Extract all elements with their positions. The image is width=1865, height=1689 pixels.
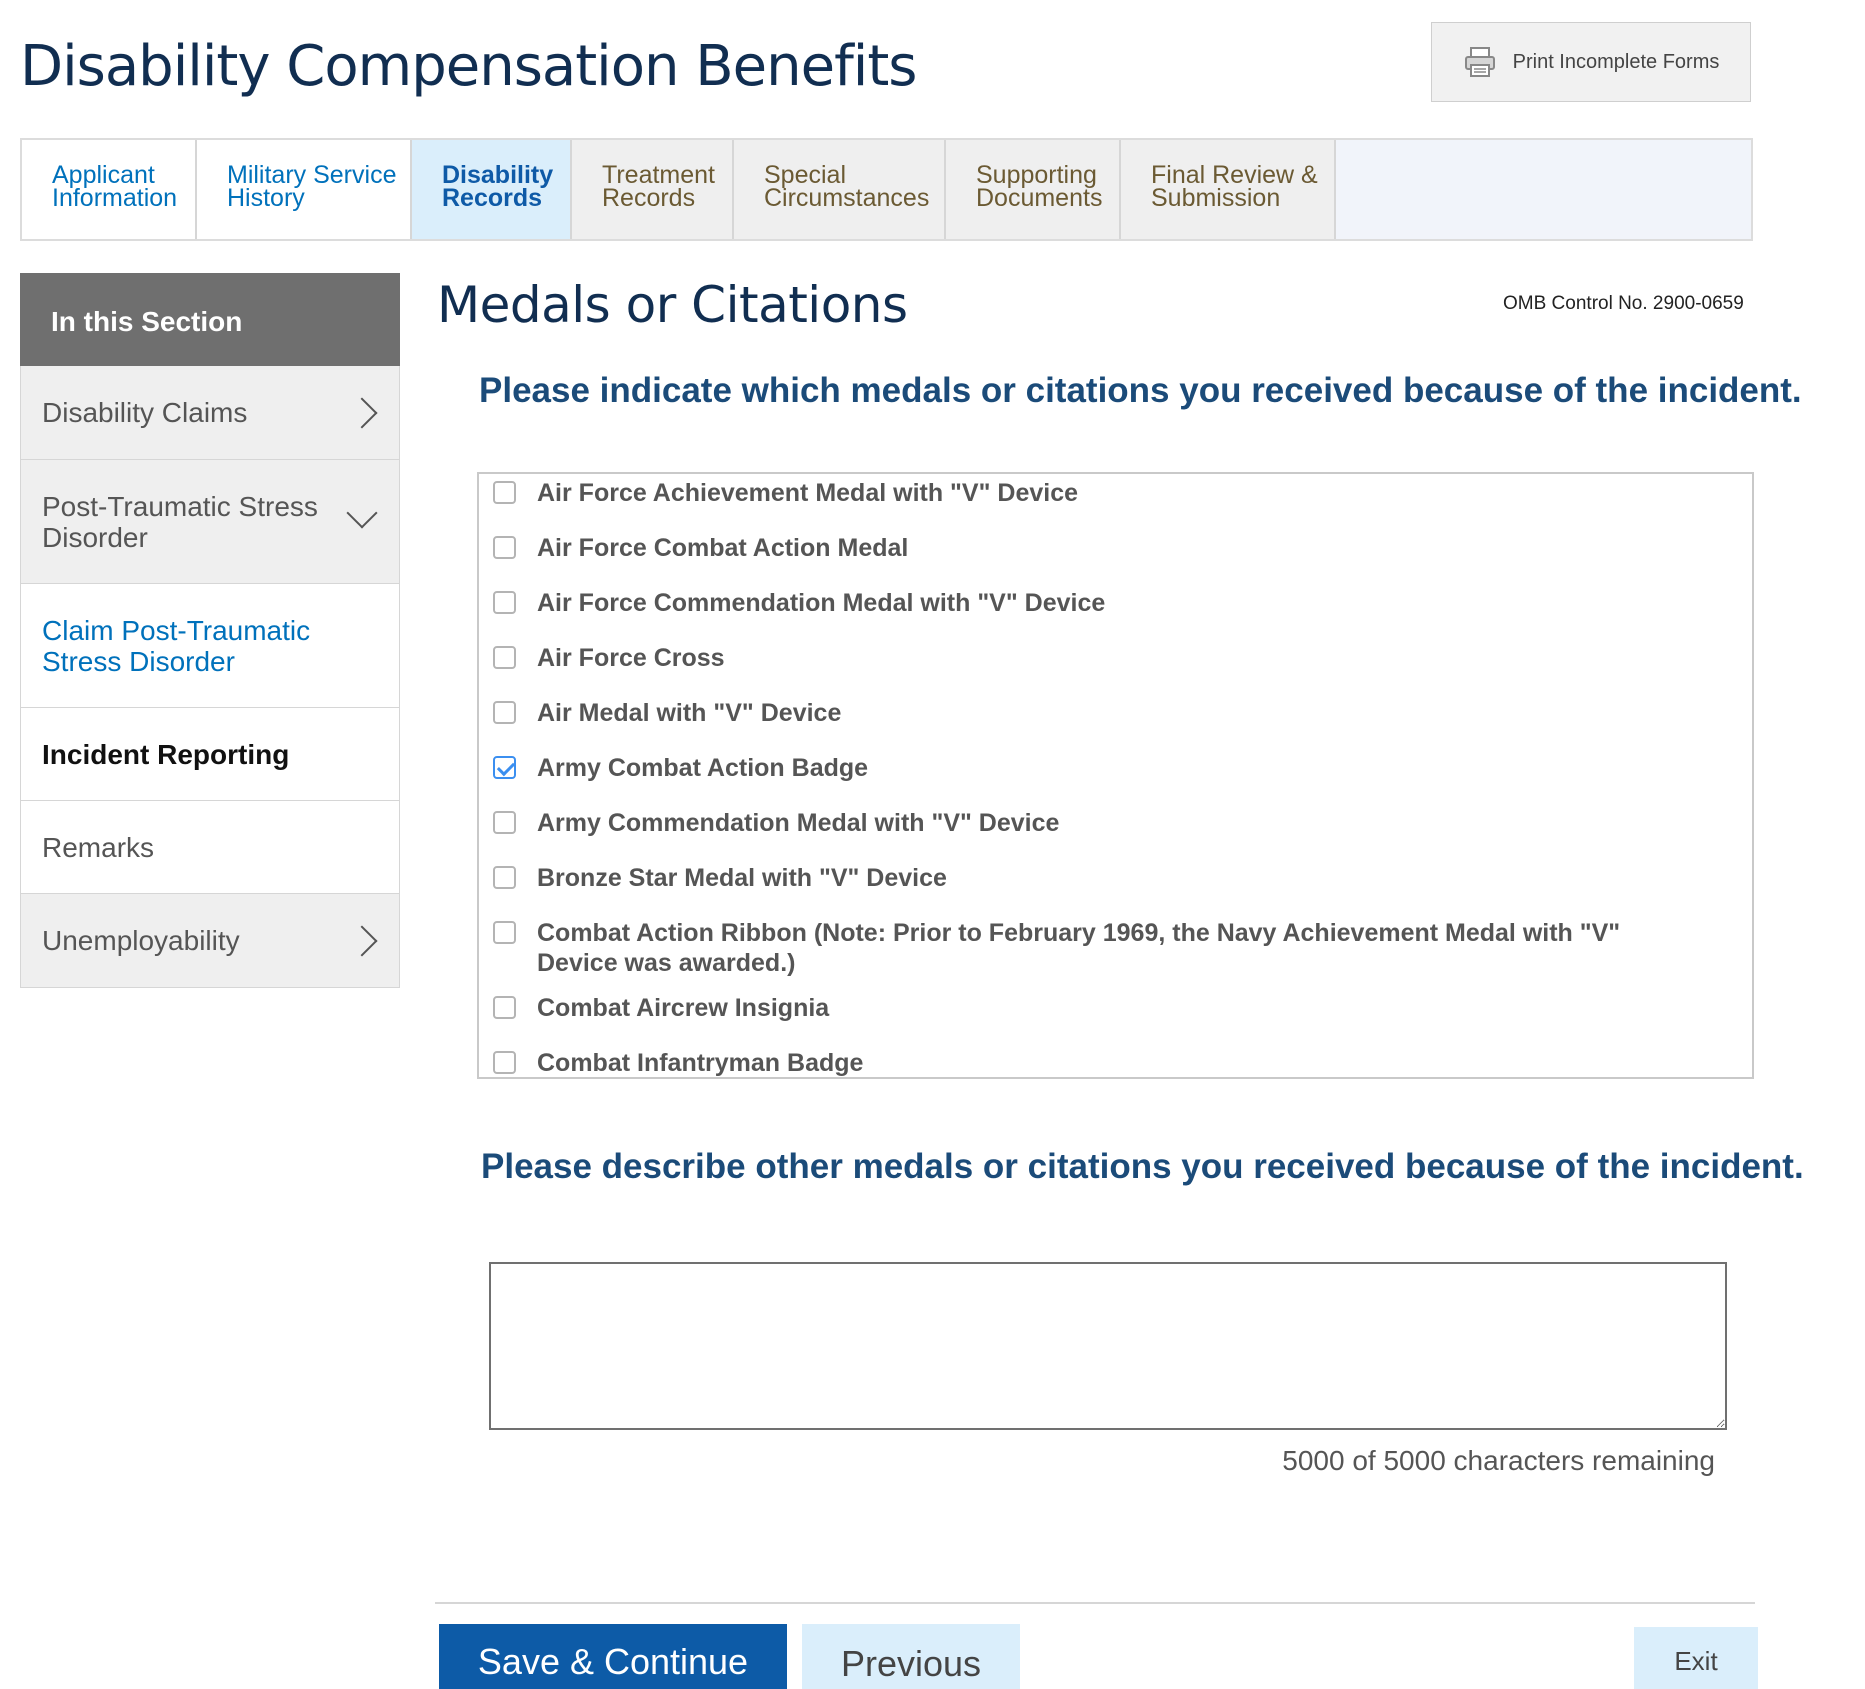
omb-control-number: OMB Control No. 2900-0659 bbox=[1503, 293, 1744, 314]
medal-option[interactable]: Army Commendation Medal with "V" Device bbox=[479, 808, 1752, 863]
sidebar-item-disability-claims[interactable]: Disability Claims bbox=[20, 366, 400, 460]
sidebar-item-ptsd[interactable]: Post-Traumatic Stress Disorder bbox=[20, 460, 400, 584]
medal-option[interactable]: Combat Aircrew Insignia bbox=[479, 993, 1752, 1048]
medal-option[interactable]: Air Force Commendation Medal with "V" De… bbox=[479, 588, 1752, 643]
footer-divider bbox=[435, 1602, 1755, 1604]
previous-button[interactable]: Previous bbox=[802, 1624, 1020, 1689]
other-medals-textarea[interactable] bbox=[489, 1262, 1727, 1430]
step-special-circumstances[interactable]: Special Circumstances bbox=[734, 140, 946, 239]
medal-option[interactable]: Air Force Achievement Medal with "V" Dev… bbox=[479, 478, 1752, 533]
checkbox[interactable] bbox=[493, 701, 516, 724]
sidebar-item-remarks[interactable]: Remarks bbox=[20, 801, 400, 894]
chevron-down-icon bbox=[346, 497, 378, 529]
section-sidebar: In this Section Disability Claims Post-T… bbox=[20, 273, 400, 988]
checkbox[interactable] bbox=[493, 996, 516, 1019]
page-title: Disability Compensation Benefits bbox=[20, 34, 917, 99]
checkbox[interactable] bbox=[493, 921, 516, 944]
step-navigation: Applicant Information Military Service H… bbox=[20, 138, 1753, 241]
checkbox[interactable] bbox=[493, 1051, 516, 1074]
medal-option[interactable]: Combat Action Ribbon (Note: Prior to Feb… bbox=[479, 918, 1752, 993]
medal-option[interactable]: Air Force Combat Action Medal bbox=[479, 533, 1752, 588]
checkbox[interactable] bbox=[493, 591, 516, 614]
chevron-right-icon bbox=[346, 396, 378, 429]
medal-option[interactable]: Air Medal with "V" Device bbox=[479, 698, 1752, 753]
step-supporting-documents[interactable]: Supporting Documents bbox=[946, 140, 1121, 239]
checkbox[interactable] bbox=[493, 536, 516, 559]
medal-option[interactable]: Bronze Star Medal with "V" Device bbox=[479, 863, 1752, 918]
print-incomplete-forms-button[interactable]: Print Incomplete Forms bbox=[1431, 22, 1751, 102]
checkbox[interactable] bbox=[493, 646, 516, 669]
step-disability-records[interactable]: Disability Records bbox=[412, 140, 572, 239]
step-final-review-submission[interactable]: Final Review & Submission bbox=[1121, 140, 1336, 239]
sidebar-item-unemployability[interactable]: Unemployability bbox=[20, 894, 400, 988]
characters-remaining: 5000 of 5000 characters remaining bbox=[1282, 1445, 1715, 1476]
step-applicant-information[interactable]: Applicant Information bbox=[22, 140, 197, 239]
medal-option[interactable]: Army Combat Action Badge bbox=[479, 753, 1752, 808]
checkbox[interactable] bbox=[493, 866, 516, 889]
sidebar-item-claim-ptsd[interactable]: Claim Post-Traumatic Stress Disorder bbox=[20, 584, 400, 708]
medals-checklist: Air Force Achievement Medal with "V" Dev… bbox=[477, 472, 1754, 1079]
print-label: Print Incomplete Forms bbox=[1512, 50, 1720, 73]
exit-button[interactable]: Exit bbox=[1634, 1627, 1758, 1689]
sidebar-heading: In this Section bbox=[20, 273, 400, 379]
save-continue-button[interactable]: Save & Continue bbox=[439, 1624, 787, 1689]
step-treatment-records[interactable]: Treatment Records bbox=[572, 140, 734, 239]
chevron-right-icon bbox=[346, 924, 378, 957]
question-other-medals: Please describe other medals or citation… bbox=[481, 1147, 1804, 1186]
medal-option[interactable]: Air Force Cross bbox=[479, 643, 1752, 698]
sidebar-item-incident-reporting[interactable]: Incident Reporting bbox=[20, 708, 400, 801]
checkbox-checked[interactable] bbox=[493, 756, 516, 779]
step-military-service-history[interactable]: Military Service History bbox=[197, 140, 412, 239]
section-title: Medals or Citations bbox=[437, 276, 908, 334]
printer-icon bbox=[1464, 47, 1495, 77]
medal-option[interactable]: Combat Infantryman Badge bbox=[479, 1048, 1752, 1103]
checkbox[interactable] bbox=[493, 811, 516, 834]
checkbox[interactable] bbox=[493, 481, 516, 504]
question-medals: Please indicate which medals or citation… bbox=[479, 371, 1802, 410]
